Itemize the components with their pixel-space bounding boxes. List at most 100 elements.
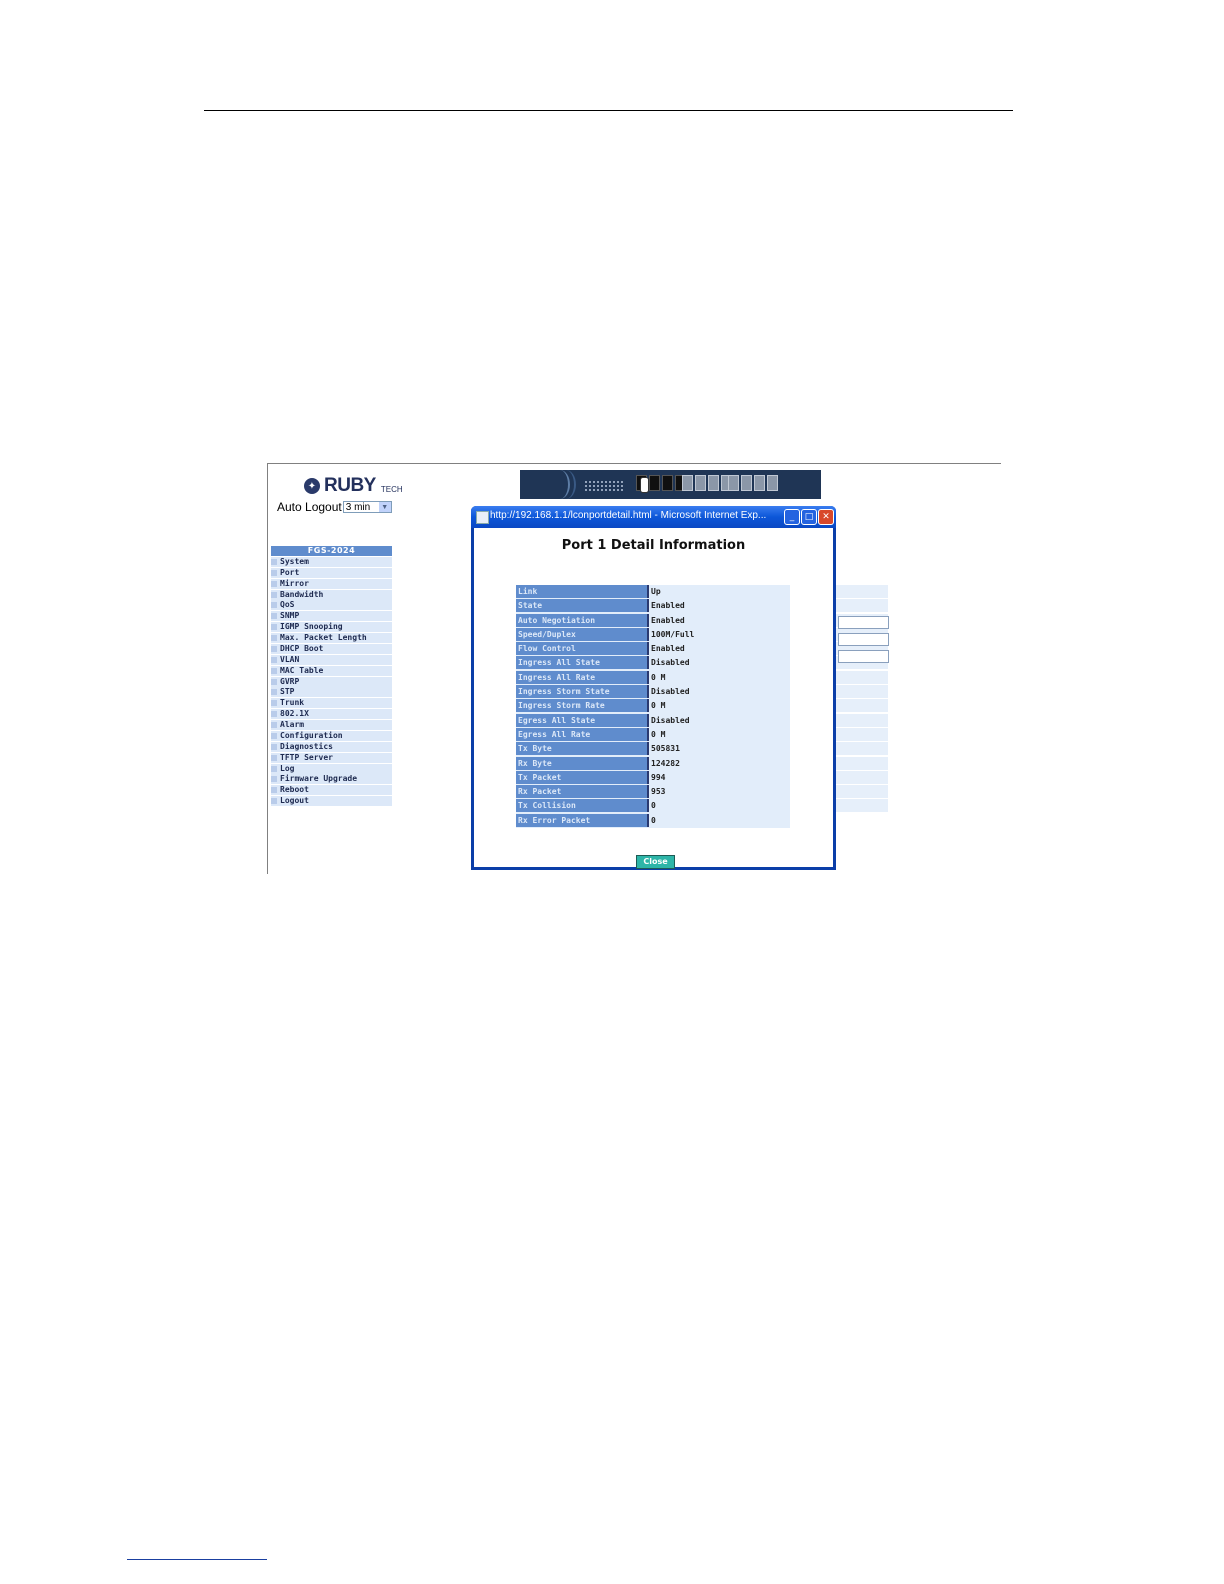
row-label: State (516, 599, 649, 613)
row-value: Disabled (651, 658, 690, 668)
row-value: 124282 (651, 758, 680, 768)
sidebar-item-802-1x[interactable]: 802.1X (271, 709, 392, 720)
port-sfp[interactable] (767, 475, 778, 491)
auto-logout-value: 3 min (345, 501, 371, 513)
table-row: Egress All State Disabled (516, 713, 790, 727)
row-value: Enabled (651, 601, 685, 611)
panel-curve-decoration (556, 470, 576, 499)
port-sfp[interactable] (728, 475, 739, 491)
logo-text: RUBY (324, 475, 376, 496)
sidebar-item-port[interactable]: Port (271, 567, 392, 578)
hand-cursor-icon (640, 477, 649, 493)
sidebar-item-mirror[interactable]: Mirror (271, 578, 392, 589)
sidebar-item-system[interactable]: System (271, 556, 392, 567)
background-row (836, 742, 888, 756)
background-row (836, 685, 888, 699)
background-row (836, 585, 888, 598)
logo-mark-icon: ✦ (304, 478, 320, 494)
window-body: Port 1 Detail Information Link Up State En… (474, 528, 833, 869)
sidebar-item-firmware-upgrade[interactable]: Firmware Upgrade (271, 774, 392, 785)
sidebar-item-qos[interactable]: QoS (271, 600, 392, 611)
row-value: 0 M (651, 701, 666, 711)
sidebar-item-log[interactable]: Log (271, 763, 392, 774)
table-row: Speed/Duplex 100M/Full (516, 627, 790, 641)
close-button[interactable]: Close (636, 855, 675, 869)
sidebar-item-trunk[interactable]: Trunk (271, 698, 392, 709)
switch-front-panel (520, 470, 821, 499)
table-row: Auto Negotiation Enabled (516, 613, 790, 627)
background-row (836, 770, 888, 784)
maximize-icon[interactable]: □ (801, 509, 817, 525)
row-value: 0 (651, 801, 656, 811)
sidebar-item-logout[interactable]: Logout (271, 796, 392, 807)
sidebar-item-gvrp[interactable]: GVRP (271, 676, 392, 687)
sidebar-item-bandwidth[interactable]: Bandwidth (271, 589, 392, 600)
page-title: Port 1 Detail Information (561, 538, 746, 553)
table-row: Ingress Storm State Disabled (516, 685, 790, 699)
close-icon[interactable]: ✕ (818, 509, 834, 525)
sidebar-item-mac-table[interactable]: MAC Table (271, 665, 392, 676)
background-input[interactable] (838, 633, 889, 646)
background-row (836, 670, 888, 684)
menu-title: FGS-2024 (271, 546, 392, 556)
row-value: Up (651, 587, 661, 596)
minimize-icon[interactable]: _ (784, 509, 800, 525)
row-value: Disabled (651, 687, 690, 697)
port-2[interactable] (649, 475, 660, 491)
sidebar-item-alarm[interactable]: Alarm (271, 720, 392, 730)
port-3[interactable] (662, 475, 673, 491)
page-top-rule (204, 110, 1013, 111)
window-title: http://192.168.1.1/lconportdetail.html -… (490, 510, 767, 521)
row-value: Disabled (651, 715, 690, 725)
port-sfp[interactable] (695, 475, 706, 491)
row-label: Ingress All Rate (516, 670, 649, 684)
table-row: State Enabled (516, 599, 790, 613)
table-row: Tx Packet 994 (516, 770, 790, 784)
sidebar-item-reboot[interactable]: Reboot (271, 785, 392, 796)
sidebar-item-max-packet-length[interactable]: Max. Packet Length (271, 633, 392, 643)
panel-led-grid (584, 480, 624, 492)
sidebar-item-vlan[interactable]: VLAN (271, 654, 392, 665)
port-group-fiber-1 (682, 475, 732, 493)
sidebar-item-stp[interactable]: STP (271, 687, 392, 698)
rubytech-logo: ✦ RUBY TECH (304, 475, 403, 496)
row-value: Enabled (651, 644, 685, 654)
row-label: Speed/Duplex (516, 627, 649, 641)
sidebar-item-tftp-server[interactable]: TFTP Server (271, 752, 392, 763)
table-row: Flow Control Enabled (516, 642, 790, 656)
table-row: Ingress Storm Rate 0 M (516, 699, 790, 713)
sidebar-item-dhcp-boot[interactable]: DHCP Boot (271, 643, 392, 654)
sidebar-menu: FGS-2024 System Port Mirror Bandwidth Qo… (271, 546, 392, 807)
row-label: Link (516, 585, 649, 598)
table-row: Ingress All Rate 0 M (516, 670, 790, 684)
port-sfp[interactable] (708, 475, 719, 491)
row-label: Ingress Storm State (516, 685, 649, 699)
row-label: Rx Error Packet (516, 813, 649, 827)
table-row: Link Up (516, 585, 790, 598)
row-value: Enabled (651, 615, 685, 625)
background-row (836, 599, 888, 613)
logo-sup: TECH (380, 484, 403, 494)
sidebar-item-igmp-snooping[interactable]: IGMP Snooping (271, 622, 392, 633)
chevron-down-icon[interactable]: ▼ (378, 502, 391, 512)
row-label: Rx Packet (516, 785, 649, 799)
table-row: Ingress All State Disabled (516, 656, 790, 670)
row-label: Tx Packet (516, 770, 649, 784)
footer-link-rule (127, 1559, 267, 1560)
port-sfp[interactable] (754, 475, 765, 491)
table-row: Rx Byte 124282 (516, 756, 790, 770)
auto-logout-select[interactable]: 3 min ▼ (342, 501, 392, 513)
port-sfp[interactable] (682, 475, 693, 491)
sidebar-item-snmp[interactable]: SNMP (271, 611, 392, 622)
row-value: 994 (651, 772, 666, 782)
background-input[interactable] (838, 650, 889, 663)
auto-logout: Auto Logout 3 min ▼ (277, 500, 392, 514)
table-row: Tx Byte 505831 (516, 742, 790, 756)
window-titlebar[interactable]: http://192.168.1.1/lconportdetail.html -… (471, 506, 836, 528)
sidebar-item-diagnostics[interactable]: Diagnostics (271, 741, 392, 752)
row-value: 100M/Full (651, 629, 695, 639)
sidebar-item-configuration[interactable]: Configuration (271, 730, 392, 741)
row-label: Flow Control (516, 642, 649, 656)
port-sfp[interactable] (741, 475, 752, 491)
background-input[interactable] (838, 616, 889, 629)
